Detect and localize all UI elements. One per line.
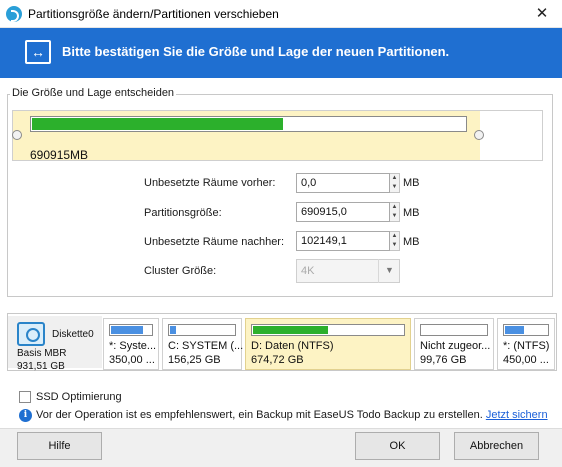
disk-name: Diskette0 bbox=[52, 329, 94, 340]
partition-name: *: Syste... bbox=[109, 340, 157, 352]
ssd-optimization-checkbox[interactable] bbox=[19, 391, 31, 403]
ok-button[interactable]: OK bbox=[355, 432, 440, 460]
spin-up-icon[interactable]: ▲ bbox=[392, 204, 398, 210]
backup-now-link[interactable]: Jetzt sichern bbox=[486, 409, 548, 421]
partition-size-unit: MB bbox=[403, 207, 420, 219]
partition-usage-bar bbox=[420, 324, 488, 336]
partition-usage-fill bbox=[170, 326, 176, 334]
chevron-down-icon[interactable]: ▼ bbox=[378, 259, 400, 283]
window-title: Partitionsgröße ändern/Partitionen versc… bbox=[28, 7, 279, 21]
partition-usage-fill bbox=[32, 118, 283, 130]
spin-up-icon[interactable]: ▲ bbox=[392, 233, 398, 239]
group-legend: Die Größe und Lage entscheiden bbox=[10, 87, 177, 99]
resize-arrows-icon: ↔ bbox=[25, 40, 51, 64]
right-resize-handle[interactable] bbox=[474, 130, 484, 140]
partition-usage-bar bbox=[503, 324, 549, 336]
partition-size-input[interactable]: 690915,0 bbox=[296, 202, 390, 222]
partition-name: Nicht zugeor... bbox=[420, 340, 491, 352]
partition-name: D: Daten (NTFS) bbox=[251, 340, 334, 352]
partition-size: 674,72 GB bbox=[251, 354, 304, 366]
cluster-size-label: Cluster Größe: bbox=[144, 265, 217, 277]
unallocated-after-spinner[interactable]: ▲ ▼ bbox=[390, 231, 400, 251]
partition-block-selected[interactable]: D: Daten (NTFS) 674,72 GB bbox=[245, 318, 411, 370]
partition-usage-fill bbox=[505, 326, 524, 334]
partition-usage-fill bbox=[111, 326, 143, 334]
partition-size-field-label: Partitionsgröße: bbox=[144, 207, 222, 219]
partition-block[interactable]: *: Syste... 350,00 ... bbox=[103, 318, 159, 370]
partition-usage-bar bbox=[251, 324, 405, 336]
partition-block[interactable]: C: SYSTEM (... 156,25 GB bbox=[162, 318, 244, 370]
info-icon: i bbox=[19, 409, 32, 422]
partition-size-spinner[interactable]: ▲ ▼ bbox=[390, 202, 400, 222]
partition-block[interactable]: Nicht zugeor... 99,76 GB bbox=[414, 318, 494, 370]
partition-usage-bar bbox=[168, 324, 236, 336]
backup-note: Vor der Operation ist es empfehlenswert,… bbox=[36, 409, 548, 421]
partition-size: 450,00 ... bbox=[503, 354, 549, 366]
unallocated-before-label: Unbesetzte Räume vorher: bbox=[144, 177, 276, 189]
left-resize-handle[interactable] bbox=[12, 130, 22, 140]
unallocated-after-unit: MB bbox=[403, 236, 420, 248]
disk-size: 931,51 GB bbox=[17, 361, 65, 372]
app-icon bbox=[6, 6, 22, 22]
unallocated-before-unit: MB bbox=[403, 177, 420, 189]
disk-type: Basis MBR bbox=[17, 348, 67, 359]
partition-size: 99,76 GB bbox=[420, 354, 467, 366]
hard-disk-icon bbox=[17, 322, 45, 346]
partition-size: 350,00 ... bbox=[109, 354, 155, 366]
close-button[interactable]: ✕ bbox=[522, 0, 562, 28]
spin-down-icon[interactable]: ▼ bbox=[392, 213, 398, 219]
partition-usage-fill bbox=[253, 326, 328, 334]
unallocated-after-label: Unbesetzte Räume nachher: bbox=[144, 236, 285, 248]
partition-name: *: (NTFS) bbox=[503, 340, 550, 352]
partition-size-label: 690915MB bbox=[30, 148, 89, 162]
backup-note-text: Vor der Operation ist es empfehlenswert,… bbox=[36, 409, 483, 421]
spin-up-icon[interactable]: ▲ bbox=[392, 175, 398, 181]
partition-block[interactable]: *: (NTFS) 450,00 ... bbox=[497, 318, 555, 370]
spin-down-icon[interactable]: ▼ bbox=[392, 242, 398, 248]
title-bar: Partitionsgröße ändern/Partitionen versc… bbox=[0, 0, 562, 28]
header-banner: ↔ Bitte bestätigen Sie die Größe und Lag… bbox=[0, 28, 562, 78]
cancel-button[interactable]: Abbrechen bbox=[454, 432, 539, 460]
partition-name: C: SYSTEM (... bbox=[168, 340, 244, 352]
spin-down-icon[interactable]: ▼ bbox=[392, 184, 398, 190]
unallocated-after-input[interactable]: 102149,1 bbox=[296, 231, 390, 251]
partition-usage-bar bbox=[109, 324, 153, 336]
partition-size: 156,25 GB bbox=[168, 354, 221, 366]
unallocated-before-spinner[interactable]: ▲ ▼ bbox=[390, 173, 400, 193]
header-text: Bitte bestätigen Sie die Größe und Lage … bbox=[62, 44, 450, 59]
help-button[interactable]: Hilfe bbox=[17, 432, 102, 460]
ssd-optimization-label: SSD Optimierung bbox=[36, 391, 122, 403]
unallocated-before-input[interactable]: 0,0 bbox=[296, 173, 390, 193]
